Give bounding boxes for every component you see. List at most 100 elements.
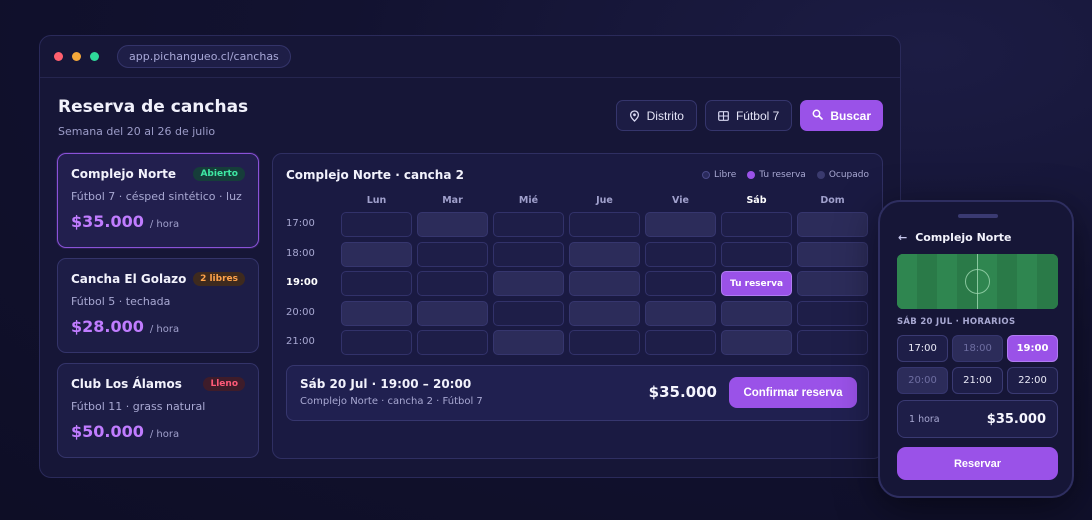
free-slot[interactable] (341, 271, 412, 296)
venue-name: Cancha El Golazo (71, 272, 187, 286)
schedule-legend: Libre Tu reserva Ocupado (702, 170, 869, 180)
occupied-slot (569, 301, 640, 326)
day-header: Sáb (746, 195, 767, 206)
booking-price: $35.000 (648, 383, 717, 401)
schedule-panel: Complejo Norte · cancha 2 Libre Tu reser… (272, 153, 883, 459)
map-pin-icon (629, 109, 640, 122)
browser-window: app.pichangueo.cl/canchas Reserva de can… (39, 35, 901, 478)
free-slot[interactable] (569, 212, 640, 237)
phone-mockup: ← Complejo Norte SÁB 20 JUL · HORARIOS 1… (878, 200, 1074, 498)
time-slot[interactable]: 21:00 (952, 367, 1003, 394)
legend-item-busy: Ocupado (816, 170, 869, 180)
free-slot[interactable] (645, 271, 716, 296)
occupied-slot (721, 330, 792, 355)
time-slot: 18:00 (952, 335, 1003, 362)
time-label: 21:00 (286, 336, 315, 347)
time-slot[interactable]: 22:00 (1007, 367, 1058, 394)
schedule-title: Complejo Norte · cancha 2 (286, 168, 464, 182)
occupied-slot (569, 271, 640, 296)
browser-titlebar: app.pichangueo.cl/canchas (40, 36, 900, 78)
maximize-window-dot[interactable] (90, 52, 99, 61)
my-reservation-slot[interactable]: Tu reserva (721, 271, 792, 296)
search-button[interactable]: Buscar (800, 100, 883, 131)
venue-description: Fútbol 7 · césped sintético · luz (71, 190, 242, 203)
occupied-slot (417, 212, 488, 237)
legend-label: Libre (714, 170, 737, 180)
back-arrow-icon[interactable]: ← (898, 231, 907, 244)
venue-name: Club Los Álamos (71, 377, 182, 391)
confirm-booking-button[interactable]: Confirmar reserva (729, 377, 857, 408)
booking-details: Complejo Norte · cancha 2 · Fútbol 7 (300, 396, 483, 407)
free-slot[interactable] (493, 212, 564, 237)
venue-description: Fútbol 5 · techada (71, 295, 171, 308)
field-type-filter-label: Fútbol 7 (735, 108, 780, 123)
booking-summary: Sáb 20 Jul · 19:00 – 20:00 Complejo Nort… (286, 365, 869, 421)
reserve-button[interactable]: Reservar (897, 447, 1058, 480)
price-unit: / hora (149, 219, 180, 230)
price-unit: / hora (149, 324, 180, 335)
free-slot[interactable] (797, 330, 868, 355)
time-label: 18:00 (286, 248, 315, 259)
free-slot[interactable] (569, 330, 640, 355)
venue-name: Complejo Norte (71, 167, 177, 181)
free-slot[interactable] (721, 212, 792, 237)
page-title: Reserva de canchas (58, 97, 249, 117)
venue-card[interactable]: Complejo Norte Abierto Fútbol 7 · césped… (57, 153, 259, 248)
occupied-slot (569, 242, 640, 267)
filter-bar: Distrito Fútbol 7 Buscar (615, 100, 883, 131)
field-type-filter-button[interactable]: Fútbol 7 (704, 100, 793, 131)
legend-dot (747, 171, 756, 179)
search-button-label: Buscar (830, 108, 871, 123)
legend-dot (816, 171, 825, 179)
phone-header: ← Complejo Norte (898, 231, 1011, 244)
legend-label: Tu reserva (759, 170, 806, 180)
occupied-slot (341, 242, 412, 267)
free-slot[interactable] (645, 242, 716, 267)
duration-label: 1 hora (909, 413, 940, 425)
booking-time: Sáb 20 Jul · 19:00 – 20:00 (300, 377, 472, 391)
phone-title: Complejo Norte (915, 231, 1012, 244)
occupied-slot (493, 271, 564, 296)
phone-notch (958, 214, 998, 218)
status-badge: 2 libres (193, 272, 245, 286)
venue-price: $35.000 (71, 212, 144, 231)
address-bar[interactable]: app.pichangueo.cl/canchas (117, 45, 291, 68)
district-filter-button[interactable]: Distrito (615, 100, 697, 131)
time-slot[interactable]: 17:00 (897, 335, 948, 362)
status-badge: Lleno (203, 377, 245, 391)
time-label: 20:00 (286, 307, 315, 318)
venue-card[interactable]: Cancha El Golazo 2 libres Fútbol 5 · tec… (57, 258, 259, 353)
page-subtitle: Semana del 20 al 26 de julio (58, 125, 216, 138)
close-window-dot[interactable] (54, 52, 63, 61)
free-slot[interactable] (417, 330, 488, 355)
venue-card[interactable]: Club Los Álamos Lleno Fútbol 11 · grass … (57, 363, 259, 458)
time-label: 19:00 (286, 277, 318, 288)
price-unit: / hora (149, 429, 180, 440)
free-slot[interactable] (341, 330, 412, 355)
day-header: Vie (672, 195, 689, 206)
free-slot[interactable] (417, 271, 488, 296)
occupied-slot (645, 212, 716, 237)
total-price: $35.000 (986, 411, 1046, 427)
venue-price: $50.000 (71, 422, 144, 441)
free-slot[interactable] (417, 242, 488, 267)
free-slot[interactable] (493, 301, 564, 326)
slots-section-label: SÁB 20 JUL · HORARIOS (897, 317, 1016, 327)
free-slot[interactable] (341, 212, 412, 237)
minimize-window-dot[interactable] (72, 52, 81, 61)
occupied-slot (797, 271, 868, 296)
occupied-slot (645, 301, 716, 326)
legend-item-mine: Tu reserva (747, 170, 806, 180)
occupied-slot (797, 212, 868, 237)
search-icon (812, 109, 824, 123)
occupied-slot (797, 242, 868, 267)
free-slot[interactable] (645, 330, 716, 355)
occupied-slot (493, 330, 564, 355)
district-filter-label: Distrito (646, 108, 684, 123)
venue-description: Fútbol 11 · grass natural (71, 400, 206, 413)
free-slot[interactable] (721, 242, 792, 267)
selected-time-slot[interactable]: 19:00 (1007, 335, 1058, 362)
free-slot[interactable] (493, 242, 564, 267)
field-grid-icon (718, 110, 729, 121)
free-slot[interactable] (797, 301, 868, 326)
